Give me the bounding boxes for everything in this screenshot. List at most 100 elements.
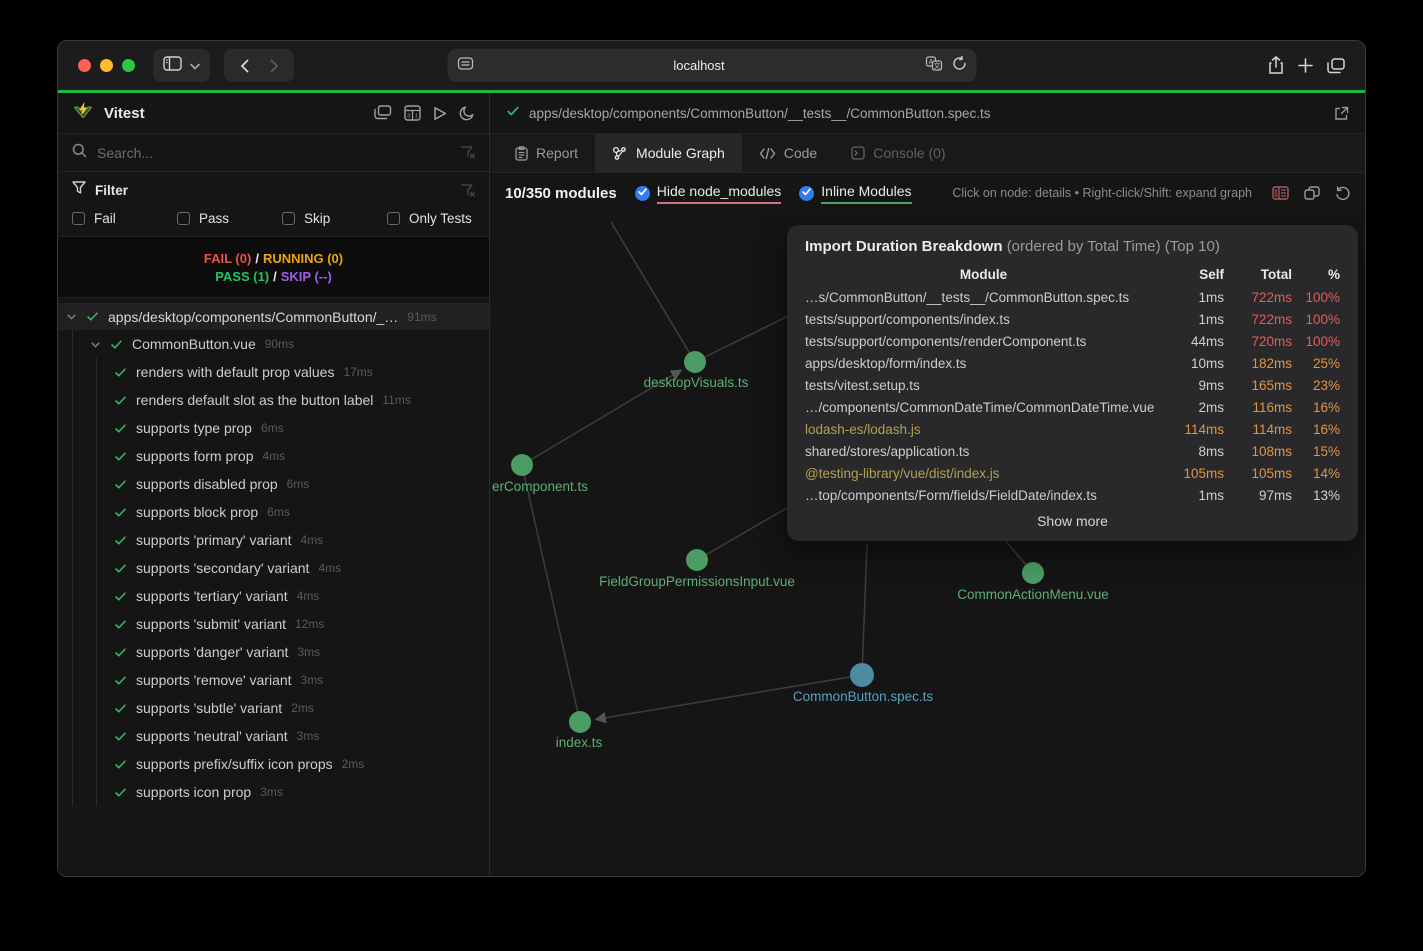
graph-node-index.ts[interactable] bbox=[569, 711, 591, 733]
tree-row-test[interactable]: supports disabled prop6ms bbox=[58, 470, 489, 498]
checkbox-checked-icon[interactable] bbox=[635, 186, 650, 201]
graph-node-desktopVisuals.ts[interactable] bbox=[684, 351, 706, 373]
zoom-window-button[interactable] bbox=[122, 59, 135, 72]
panel-title: Import Duration Breakdown (ordered by To… bbox=[805, 238, 1340, 255]
graph-node-FieldGroupPermissionsInput.vue[interactable] bbox=[686, 549, 708, 571]
search-bar bbox=[58, 134, 489, 172]
tab-console[interactable]: Console (0) bbox=[834, 134, 962, 172]
collapse-panels-button[interactable] bbox=[374, 105, 392, 121]
dashboard-button[interactable]: 31 bbox=[404, 105, 421, 121]
back-button[interactable] bbox=[230, 52, 258, 80]
tree-row-test[interactable]: supports 'subtle' variant2ms bbox=[58, 694, 489, 722]
close-window-button[interactable] bbox=[78, 59, 91, 72]
module-path: lodash-es/lodash.js bbox=[805, 418, 1162, 440]
tab-module-graph[interactable]: Module Graph bbox=[595, 134, 742, 172]
tree-row-test[interactable]: supports 'tertiary' variant4ms bbox=[58, 582, 489, 610]
graph-edge bbox=[862, 544, 867, 675]
tab-report[interactable]: Report bbox=[498, 134, 595, 172]
checkbox-skip[interactable] bbox=[282, 212, 295, 225]
test-duration: 91ms bbox=[407, 310, 436, 324]
translate-icon[interactable]: A文 bbox=[925, 56, 942, 76]
graph-node-CommonButton.spec.ts[interactable] bbox=[850, 663, 874, 687]
graph-node-label: CommonActionMenu.vue bbox=[957, 587, 1109, 602]
reset-graph-icon[interactable] bbox=[1335, 186, 1350, 201]
search-input[interactable] bbox=[97, 145, 450, 161]
tree-row-test[interactable]: supports 'secondary' variant4ms bbox=[58, 554, 489, 582]
graph-node-label: FieldGroupPermissionsInput.vue bbox=[599, 574, 795, 589]
module-path: apps/desktop/form/index.ts bbox=[805, 352, 1162, 374]
tree-row-test[interactable]: supports 'neutral' variant3ms bbox=[58, 722, 489, 750]
minimize-window-button[interactable] bbox=[100, 59, 113, 72]
reload-icon[interactable] bbox=[952, 56, 966, 76]
tree-row-test[interactable]: supports form prop4ms bbox=[58, 442, 489, 470]
column-header-module: Module bbox=[805, 262, 1162, 286]
test-duration: 3ms bbox=[301, 673, 324, 687]
self-time: 8ms bbox=[1162, 440, 1224, 462]
chevron-down-icon[interactable] bbox=[90, 339, 101, 350]
percent: 16% bbox=[1292, 418, 1340, 440]
open-external-icon[interactable] bbox=[1334, 106, 1349, 121]
graph-node-erComponent.ts[interactable] bbox=[511, 454, 533, 476]
tree-row-test[interactable]: supports 'danger' variant3ms bbox=[58, 638, 489, 666]
graph-node-CommonActionMenu.vue[interactable] bbox=[1022, 562, 1044, 584]
forward-button[interactable] bbox=[260, 52, 288, 80]
filter-checkbox-pass[interactable]: Pass bbox=[177, 211, 282, 226]
percent: 23% bbox=[1292, 374, 1340, 396]
total-time: 720ms bbox=[1224, 330, 1292, 352]
checkbox-pass[interactable] bbox=[177, 212, 190, 225]
show-more-button[interactable]: Show more bbox=[805, 506, 1340, 531]
tree-row-test[interactable]: supports block prop6ms bbox=[58, 498, 489, 526]
test-duration: 12ms bbox=[295, 617, 324, 631]
clear-filter-icon[interactable] bbox=[460, 184, 475, 197]
pass-check-icon bbox=[110, 338, 123, 351]
pass-check-icon bbox=[114, 562, 127, 575]
inline-modules-checkbox[interactable]: Inline Modules bbox=[799, 183, 911, 204]
pass-count: PASS (1) bbox=[215, 269, 269, 284]
share-button[interactable] bbox=[1268, 56, 1284, 75]
module-graph-canvas[interactable]: desktopVisuals.tserComponent.tsFieldGrou… bbox=[490, 213, 1365, 876]
tree-row-file[interactable]: apps/desktop/components/CommonButton/_…9… bbox=[58, 303, 489, 330]
tree-row-test[interactable]: supports 'remove' variant3ms bbox=[58, 666, 489, 694]
reader-icon[interactable] bbox=[457, 57, 473, 75]
self-time: 1ms bbox=[1162, 484, 1224, 506]
checkbox-only-tests[interactable] bbox=[387, 212, 400, 225]
column-header-total: Total bbox=[1224, 262, 1292, 286]
chevron-down-icon[interactable] bbox=[66, 311, 77, 322]
tree-row-test[interactable]: renders with default prop values17ms bbox=[58, 358, 489, 386]
tab-overview-button[interactable] bbox=[1327, 58, 1345, 74]
self-time: 114ms bbox=[1162, 418, 1224, 440]
window-controls bbox=[78, 59, 135, 72]
sidebar-toggle-button[interactable] bbox=[153, 49, 210, 82]
tree-row-suite[interactable]: CommonButton.vue90ms bbox=[58, 330, 489, 358]
run-all-button[interactable] bbox=[433, 106, 447, 121]
address-bar[interactable]: localhost A文 bbox=[447, 49, 976, 82]
tree-row-test[interactable]: supports type prop6ms bbox=[58, 414, 489, 442]
hide-node-modules-checkbox[interactable]: Hide node_modules bbox=[635, 183, 782, 204]
indent-guide bbox=[72, 330, 73, 806]
percent: 100% bbox=[1292, 308, 1340, 330]
expand-graph-icon[interactable] bbox=[1304, 186, 1320, 200]
module-path: tests/support/components/index.ts bbox=[805, 308, 1162, 330]
legend-icon[interactable] bbox=[1272, 186, 1289, 200]
tree-row-test[interactable]: supports 'submit' variant12ms bbox=[58, 610, 489, 638]
tree-row-test[interactable]: renders default slot as the button label… bbox=[58, 386, 489, 414]
total-time: 105ms bbox=[1224, 462, 1292, 484]
checkbox-fail[interactable] bbox=[72, 212, 85, 225]
pass-check-icon bbox=[114, 702, 127, 715]
clear-search-filter-icon[interactable] bbox=[460, 146, 475, 159]
filter-checkbox-fail[interactable]: Fail bbox=[72, 211, 177, 226]
test-duration: 3ms bbox=[260, 785, 283, 799]
new-tab-button[interactable] bbox=[1298, 58, 1313, 73]
tab-code[interactable]: Code bbox=[742, 134, 834, 172]
filter-icon bbox=[72, 181, 86, 199]
vitest-logo-icon bbox=[72, 100, 94, 127]
tree-row-test[interactable]: supports icon prop3ms bbox=[58, 778, 489, 806]
dark-mode-toggle[interactable] bbox=[459, 105, 475, 121]
filter-checkbox-skip[interactable]: Skip bbox=[282, 211, 387, 226]
tree-row-test[interactable]: supports prefix/suffix icon props2ms bbox=[58, 750, 489, 778]
filter-checkbox-only-tests[interactable]: Only Tests bbox=[387, 211, 472, 226]
module-count: 10/350 modules bbox=[505, 185, 617, 202]
checkbox-checked-icon[interactable] bbox=[799, 186, 814, 201]
tree-row-test[interactable]: supports 'primary' variant4ms bbox=[58, 526, 489, 554]
sidebar-icon bbox=[163, 56, 182, 76]
